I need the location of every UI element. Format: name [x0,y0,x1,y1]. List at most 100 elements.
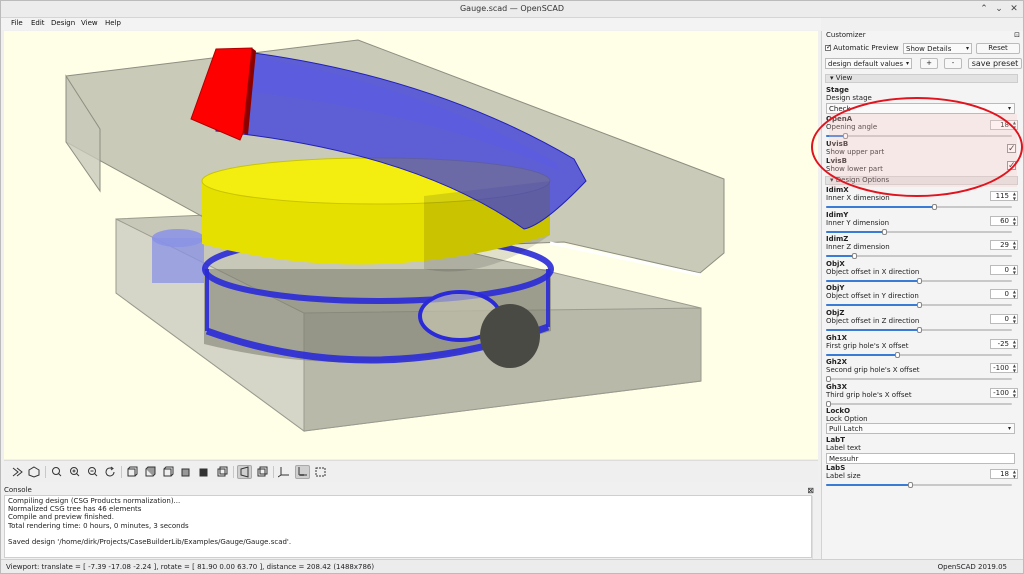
view-top-icon[interactable] [143,465,158,479]
window-title: Gauge.scad — OpenSCAD [459,4,564,13]
labs-spinbox[interactable]: 18 ▲ ▼ [990,469,1018,479]
idimx-slider[interactable] [826,204,1012,210]
menu-file[interactable]: File [11,19,23,27]
param-labs: LabS Label size 18 ▲ ▼ [826,465,1018,488]
remove-preset-button[interactable]: - [944,58,962,69]
stage-select[interactable]: Check ▾ [826,103,1015,114]
view-right-icon[interactable] [125,465,140,479]
zoom-in-icon[interactable] [67,465,82,479]
param-name: Stage [826,86,849,94]
save-preset-button[interactable]: save preset [968,58,1022,69]
slider-handle[interactable] [826,376,831,383]
spinbox-value: 29 [1000,241,1009,250]
zoom-out-icon[interactable] [85,465,100,479]
param-stage: Stage Design stage Check ▾ [826,87,1018,117]
highlight-region [829,114,1017,187]
chevron-down-icon: ▾ [905,60,909,67]
slider-handle[interactable] [881,228,887,235]
show-details-select[interactable]: Show Details ▾ [903,43,972,54]
param-objz: ObjZ Object offset in Z direction 0 ▲ ▼ [826,310,1018,334]
labs-slider[interactable] [826,482,1012,488]
slider-handle[interactable] [917,302,922,309]
objy-spinbox[interactable]: 0 ▲ ▼ [990,289,1018,300]
auto-preview-checkbox[interactable]: ✓ [825,43,832,51]
edges-icon[interactable] [313,465,328,479]
3d-viewport[interactable] [4,31,818,459]
console-title: Console [4,486,32,494]
gh2x-spinbox[interactable]: -100 ▲ ▼ [990,363,1018,374]
gh3x-spinbox[interactable]: -100 ▲ ▼ [990,387,1018,398]
console-line: Normalized CSG tree has 46 elements [8,505,142,514]
zoom-all-icon[interactable] [49,465,64,479]
add-preset-button[interactable]: + [920,58,938,69]
gh1x-spinbox[interactable]: -25 ▲ ▼ [990,338,1018,349]
param-idimx: IdimX Inner X dimension 115 ▲ ▼ [826,187,1018,211]
label-text-input[interactable]: Messuhr [826,453,1015,464]
preset-select[interactable]: design default values ▾ [825,58,912,69]
view-back-icon[interactable] [215,465,230,479]
perspective-icon[interactable] [237,465,252,479]
slider-handle[interactable] [917,277,922,284]
menu-view[interactable]: View [81,19,98,27]
auto-preview-toggle[interactable]: ✓ Automatic Preview [825,43,899,52]
param-objy: ObjY Object offset in Y direction 0 ▲ ▼ [826,285,1018,309]
gh3x-slider[interactable] [826,400,1012,407]
param-gh2x: Gh2X Second grip hole's X offset -100 ▲ ▼ [826,359,1018,383]
console-line: Saved design '/home/dirk/Projects/CaseBu… [8,537,292,546]
slider-handle[interactable] [907,482,913,488]
param-idimy: IdimY Inner Y dimension 60 ▲ ▼ [826,211,1018,236]
view-bottom-icon[interactable] [161,465,176,479]
console-close-icon[interactable]: ⊠ [807,486,814,495]
menu-design[interactable]: Design [51,19,75,27]
gh2x-slider[interactable] [826,376,1012,383]
chevron-down-icon: ▾ [1007,425,1011,432]
reset-button[interactable]: Reset [976,43,1020,54]
render-fast-icon[interactable] [10,465,25,479]
spinbox-value: 0 [1004,265,1009,274]
menu-help[interactable]: Help [105,19,121,27]
console-output[interactable]: Compiling design (CSG Products normaliza… [4,495,818,559]
slider-handle[interactable] [931,204,937,210]
view-left-icon[interactable] [179,465,194,479]
console-line: Total rendering time: 0 hours, 0 minutes… [8,521,189,530]
slider-handle[interactable] [851,253,857,260]
objz-slider[interactable] [826,327,1012,333]
title-bar: Gauge.scad — OpenSCAD ⌃ ⌄ ✕ [1,1,1023,18]
console-scrollbar[interactable] [812,496,818,559]
idimx-spinbox[interactable]: 115 ▲ ▼ [990,191,1018,201]
idimz-slider[interactable] [826,253,1012,260]
labs-value: 18 [1000,470,1009,478]
menu-edit[interactable]: Edit [31,19,45,27]
chevron-down-icon: ▾ [1007,105,1011,112]
view-section-header[interactable]: ▾ View [825,74,1018,83]
slider-handle[interactable] [826,400,831,407]
idimy-spinbox[interactable]: 60 ▲ ▼ [990,215,1018,226]
stem-cylinder-end [480,304,540,368]
customizer-panel: Customizer ⊡ ✓ Automatic Preview Show De… [821,31,1023,559]
idimz-spinbox[interactable]: 29 ▲ ▼ [990,240,1018,251]
view-front-icon[interactable] [197,465,212,479]
show-details-value: Show Details [906,45,952,53]
slider-handle[interactable] [894,351,900,358]
lock-option-select[interactable]: Pull Latch ▾ [826,423,1015,434]
orthogonal-icon[interactable] [255,465,270,479]
param-idimz: IdimZ Inner Z dimension 29 ▲ ▼ [826,236,1018,260]
param-gh1x: Gh1X First grip hole's X offset -25 ▲ ▼ [826,334,1018,359]
render-full-icon[interactable] [27,465,42,479]
axes-icon[interactable] [277,465,292,479]
maximize-button[interactable]: ⌄ [993,3,1005,15]
gauge-model-render [65,39,725,432]
close-button[interactable]: ✕ [1008,3,1020,15]
objy-slider[interactable] [826,302,1012,309]
idimy-slider[interactable] [826,228,1012,235]
reset-view-icon[interactable] [103,465,118,479]
objx-spinbox[interactable]: 0 ▲ ▼ [990,264,1018,275]
gh1x-slider[interactable] [826,351,1012,358]
spinbox-value: -100 [993,364,1009,373]
objx-slider[interactable] [826,277,1012,284]
scale-markers-icon[interactable] [295,465,310,479]
minimize-button[interactable]: ⌃ [978,3,990,15]
objz-spinbox[interactable]: 0 ▲ ▼ [990,314,1018,324]
dock-icon[interactable]: ⊡ [1014,31,1020,39]
slider-handle[interactable] [917,327,922,333]
